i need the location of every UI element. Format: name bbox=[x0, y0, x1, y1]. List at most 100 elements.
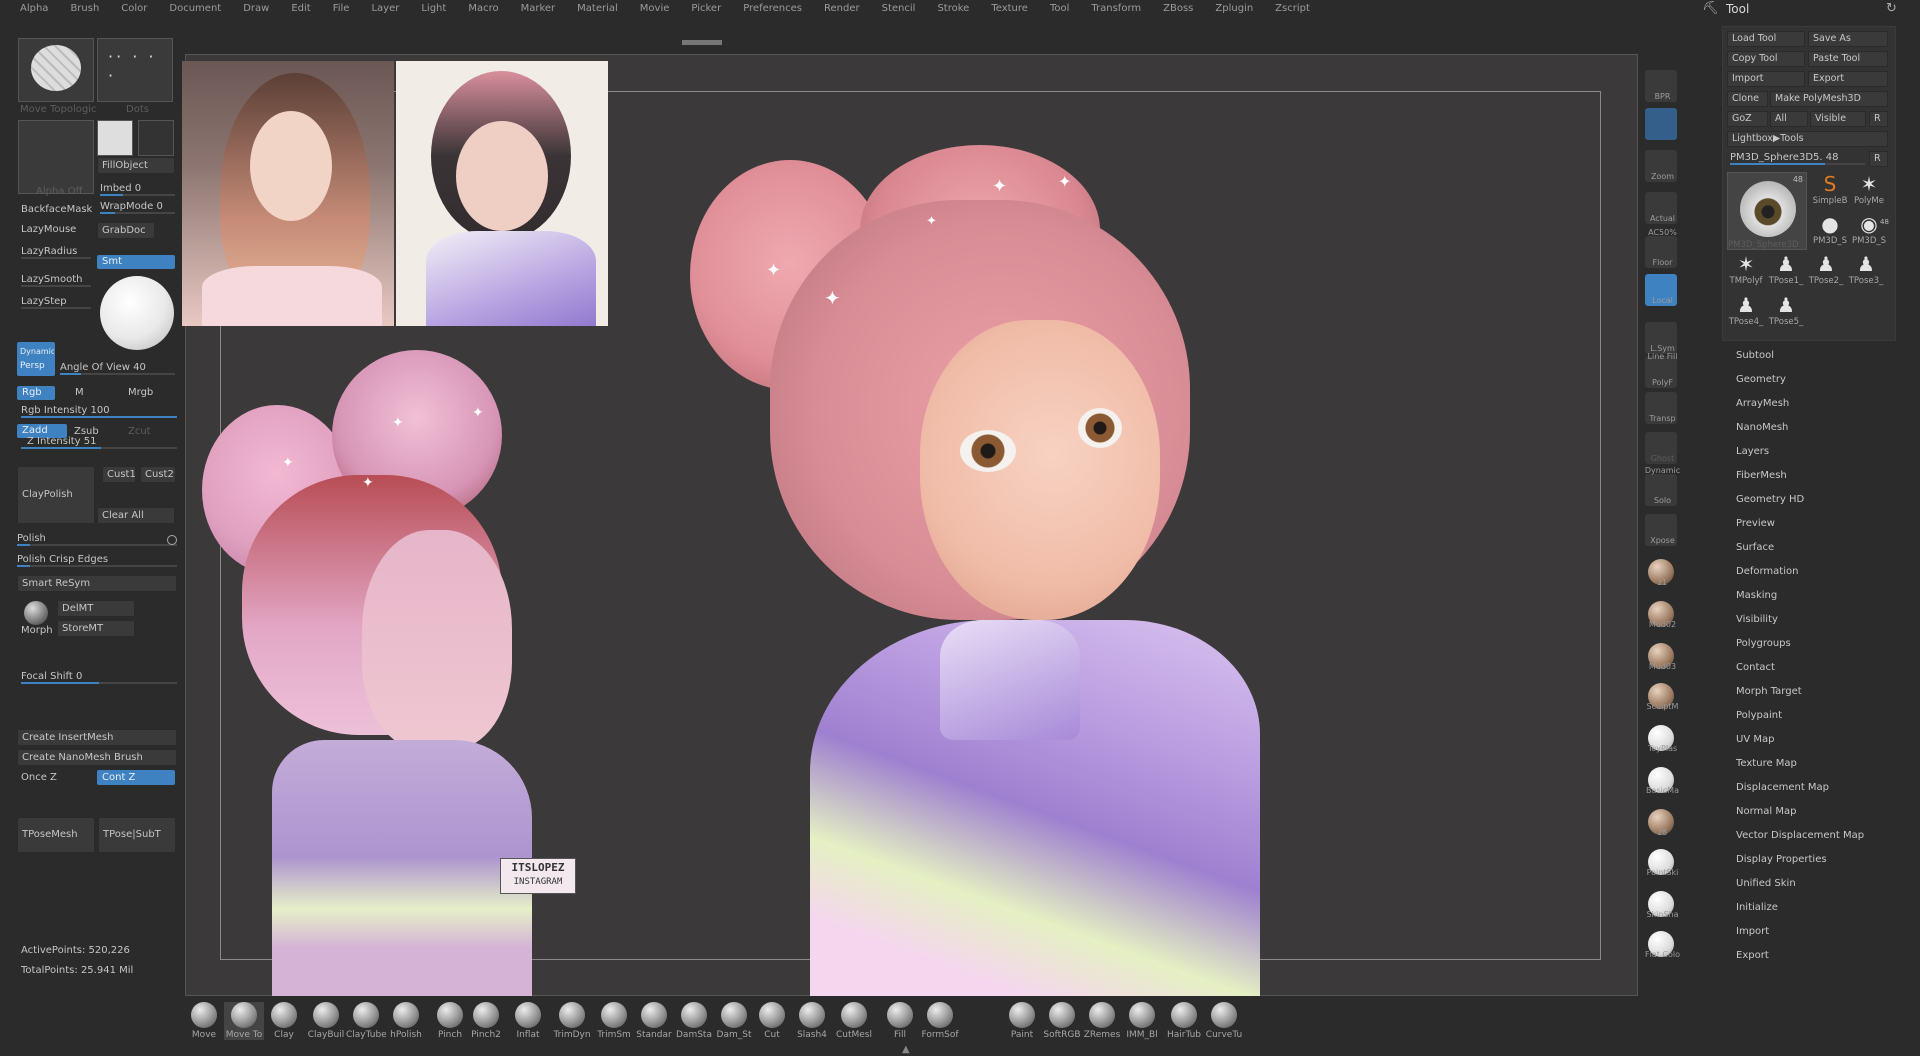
subpalette-nanomesh[interactable]: NanoMesh bbox=[1736, 422, 1788, 433]
mrgb-toggle[interactable]: Mrgb bbox=[128, 387, 153, 398]
subpalette-layers[interactable]: Layers bbox=[1736, 446, 1769, 457]
menu-macro[interactable]: Macro bbox=[457, 0, 509, 17]
subpalette-display-properties[interactable]: Display Properties bbox=[1736, 854, 1827, 865]
material-swatch[interactable] bbox=[138, 120, 174, 156]
menu-texture[interactable]: Texture bbox=[980, 0, 1039, 17]
load-tool-button[interactable]: Load Tool bbox=[1727, 31, 1805, 47]
subpalette-geometry-hd[interactable]: Geometry HD bbox=[1736, 494, 1804, 505]
clear-all-button[interactable]: Clear All bbox=[97, 507, 175, 524]
subpalette-preview[interactable]: Preview bbox=[1736, 518, 1775, 529]
subpalette-displacement-map[interactable]: Displacement Map bbox=[1736, 782, 1829, 793]
subpalette-subtool[interactable]: Subtool bbox=[1736, 350, 1774, 361]
wrapmode-slider[interactable]: WrapMode 0 bbox=[100, 201, 175, 214]
tool-thumb-tpose5-[interactable]: ♟ TPose5_ bbox=[1767, 293, 1805, 331]
menu-zboss[interactable]: ZBoss bbox=[1152, 0, 1204, 17]
subpalette-arraymesh[interactable]: ArrayMesh bbox=[1736, 398, 1789, 409]
create-insertmesh-button[interactable]: Create InsertMesh bbox=[17, 729, 177, 746]
subpalette-contact[interactable]: Contact bbox=[1736, 662, 1775, 673]
menu-transform[interactable]: Transform bbox=[1080, 0, 1152, 17]
focal-shift-slider[interactable]: Focal Shift 0 bbox=[21, 671, 177, 684]
brush-dam-st[interactable]: Dam_St bbox=[714, 1002, 754, 1040]
goz-all-button[interactable]: All bbox=[1770, 111, 1808, 127]
copy-tool-button[interactable]: Copy Tool bbox=[1727, 51, 1805, 67]
tool-thumb-tpose4-[interactable]: ♟ TPose4_ bbox=[1727, 293, 1765, 331]
smart-resym-button[interactable]: Smart ReSym bbox=[17, 575, 177, 592]
grabdoc-button[interactable]: GrabDoc bbox=[97, 222, 155, 239]
polish-circle-icon[interactable] bbox=[167, 535, 177, 545]
rgb-intensity-slider[interactable]: Rgb Intensity 100 bbox=[21, 405, 177, 418]
clone-button[interactable]: Clone bbox=[1727, 91, 1768, 107]
texture-thumbnail[interactable] bbox=[97, 120, 133, 156]
polish-slider[interactable]: Polish bbox=[17, 533, 177, 546]
angle-of-view-slider[interactable]: Angle Of View 40 bbox=[60, 362, 175, 375]
brush-move-to[interactable]: Move To bbox=[224, 1002, 264, 1040]
subpalette-unified-skin[interactable]: Unified Skin bbox=[1736, 878, 1796, 889]
subpalette-polygroups[interactable]: Polygroups bbox=[1736, 638, 1791, 649]
brush-zremes[interactable]: ZRemes bbox=[1082, 1002, 1122, 1040]
sculpt-model-3d[interactable]: ✦ ✦ ✦ ✦ ✦ bbox=[620, 140, 1320, 1000]
brush-fill[interactable]: Fill bbox=[880, 1002, 920, 1040]
tpose-subt-button[interactable]: TPose|SubT bbox=[98, 817, 176, 853]
brush-move[interactable]: Move bbox=[184, 1002, 224, 1040]
lazymouse-label[interactable]: LazyMouse bbox=[21, 224, 76, 235]
m-toggle[interactable]: M bbox=[75, 387, 84, 398]
tool-thumb-pm3d-s[interactable]: ● PM3D_S bbox=[1811, 212, 1849, 250]
tool-thumb-tpose2-[interactable]: ♟ TPose2_ bbox=[1807, 252, 1845, 290]
subpalette-masking[interactable]: Masking bbox=[1736, 590, 1777, 601]
lightbox-tools-button[interactable]: Lightbox▶Tools bbox=[1727, 131, 1888, 147]
brush-claytubes[interactable]: ClayTubes bbox=[346, 1002, 386, 1040]
shelf-collapse-icon[interactable]: ▲ bbox=[902, 1044, 910, 1055]
subpalette-geometry[interactable]: Geometry bbox=[1736, 374, 1786, 385]
brush-softrgb[interactable]: SoftRGB bbox=[1042, 1002, 1082, 1040]
create-nanomesh-button[interactable]: Create NanoMesh Brush bbox=[17, 749, 177, 766]
persp-toggle[interactable]: Dynamic Persp bbox=[17, 342, 55, 376]
menu-preferences[interactable]: Preferences bbox=[732, 0, 813, 17]
brush-imm-bl[interactable]: IMM_Bl bbox=[1122, 1002, 1162, 1040]
tool-thumb-tmpolyf[interactable]: ✶ TMPolyf bbox=[1727, 252, 1765, 290]
brush-hpolish[interactable]: hPolish bbox=[386, 1002, 426, 1040]
fill-object-button[interactable]: FillObject bbox=[97, 157, 175, 174]
goz-r-button[interactable]: R bbox=[1869, 111, 1888, 127]
subpalette-visibility[interactable]: Visibility bbox=[1736, 614, 1778, 625]
subpalette-polypaint[interactable]: Polypaint bbox=[1736, 710, 1782, 721]
brush-pinch[interactable]: Pinch bbox=[430, 1002, 470, 1040]
cust2-button[interactable]: Cust2 bbox=[140, 466, 176, 483]
brush-inflat[interactable]: Inflat bbox=[508, 1002, 548, 1040]
brush-thumbnail[interactable] bbox=[18, 38, 94, 102]
subpalette-surface[interactable]: Surface bbox=[1736, 542, 1774, 553]
menu-tool[interactable]: Tool bbox=[1039, 0, 1080, 17]
menu-zplugin[interactable]: Zplugin bbox=[1204, 0, 1264, 17]
rail-blank-button[interactable] bbox=[1645, 108, 1677, 140]
lazysmooth-slider[interactable]: LazySmooth bbox=[21, 274, 91, 287]
menu-layer[interactable]: Layer bbox=[360, 0, 410, 17]
subpalette-uv-map[interactable]: UV Map bbox=[1736, 734, 1774, 745]
tposemesh-button[interactable]: TPoseMesh bbox=[17, 817, 95, 853]
subpalette-export[interactable]: Export bbox=[1736, 950, 1769, 961]
once-z-label[interactable]: Once Z bbox=[21, 772, 57, 783]
delmt-button[interactable]: DelMT bbox=[57, 600, 135, 617]
make-polymesh-button[interactable]: Make PolyMesh3D bbox=[1770, 91, 1888, 107]
menu-light[interactable]: Light bbox=[410, 0, 457, 17]
top-scrollbar[interactable] bbox=[682, 40, 722, 45]
brush-clay[interactable]: Clay bbox=[264, 1002, 304, 1040]
menu-marker[interactable]: Marker bbox=[510, 0, 567, 17]
subpalette-vector-displacement-map[interactable]: Vector Displacement Map bbox=[1736, 830, 1864, 841]
brush-hairtub[interactable]: HairTub bbox=[1164, 1002, 1204, 1040]
brush-paint[interactable]: Paint bbox=[1002, 1002, 1042, 1040]
brush-damsta[interactable]: DamSta bbox=[674, 1002, 714, 1040]
z-intensity-slider[interactable]: Z Intensity 51 bbox=[21, 436, 177, 449]
menu-draw[interactable]: Draw bbox=[232, 0, 280, 17]
paste-tool-button[interactable]: Paste Tool bbox=[1808, 51, 1888, 67]
subpalette-import[interactable]: Import bbox=[1736, 926, 1769, 937]
menu-alpha[interactable]: Alpha bbox=[0, 0, 59, 17]
menu-picker[interactable]: Picker bbox=[680, 0, 732, 17]
subpalette-normal-map[interactable]: Normal Map bbox=[1736, 806, 1796, 817]
export-button[interactable]: Export bbox=[1808, 71, 1888, 87]
menu-movie[interactable]: Movie bbox=[629, 0, 681, 17]
menu-render[interactable]: Render bbox=[813, 0, 871, 17]
polish-crisp-edges-slider[interactable]: Polish Crisp Edges bbox=[17, 554, 177, 567]
brush-slash4[interactable]: Slash4 bbox=[792, 1002, 832, 1040]
brush-trimdyn[interactable]: TrimDyn bbox=[552, 1002, 592, 1040]
menu-edit[interactable]: Edit bbox=[280, 0, 321, 17]
import-button[interactable]: Import bbox=[1727, 71, 1805, 87]
